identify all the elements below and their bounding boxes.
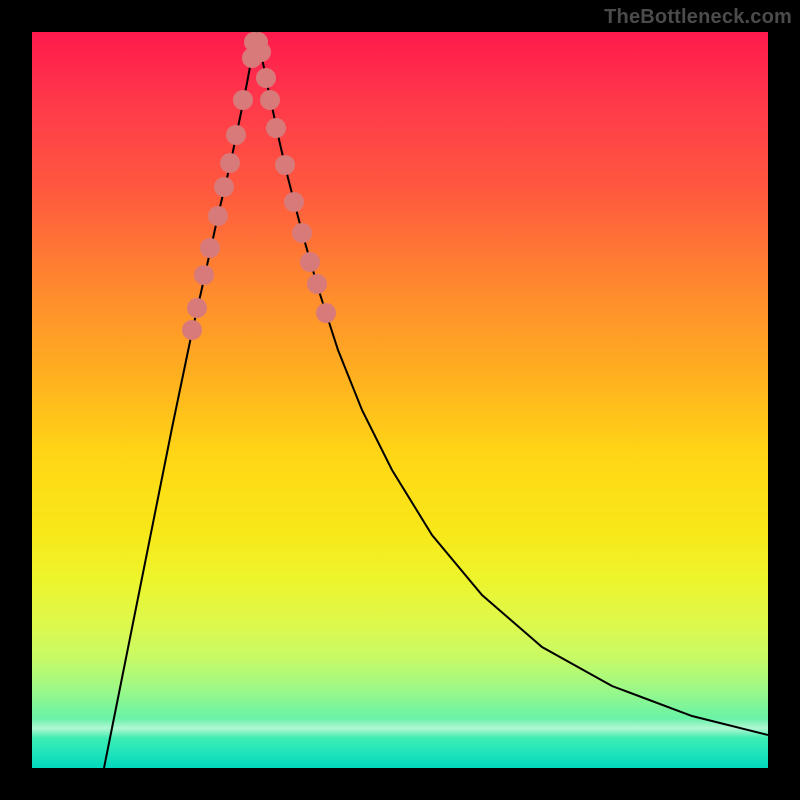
marker-point (182, 320, 202, 340)
marker-point (260, 90, 280, 110)
marker-point (300, 252, 320, 272)
chart-plot-area (32, 32, 768, 768)
lower-highlight-band (32, 718, 768, 738)
marker-point (251, 42, 271, 62)
marker-point (256, 68, 276, 88)
marker-point (208, 206, 228, 226)
marker-point (220, 153, 240, 173)
marker-point (275, 155, 295, 175)
marker-point (214, 177, 234, 197)
marker-point (307, 274, 327, 294)
marker-point (242, 48, 262, 68)
marker-point (284, 192, 304, 212)
marker-point (248, 32, 268, 52)
curve-left-branch (104, 32, 257, 768)
marker-point (187, 298, 207, 318)
marker-point (244, 32, 264, 52)
marker-point (316, 303, 336, 323)
marker-point (266, 118, 286, 138)
curve-right-branch (257, 32, 768, 735)
marker-point (194, 265, 214, 285)
marker-point (233, 90, 253, 110)
marker-point (200, 238, 220, 258)
marker-point (292, 223, 312, 243)
marker-cluster (182, 32, 336, 340)
watermark-text: TheBottleneck.com (604, 6, 792, 29)
marker-point (226, 125, 246, 145)
chart-svg (32, 32, 768, 768)
